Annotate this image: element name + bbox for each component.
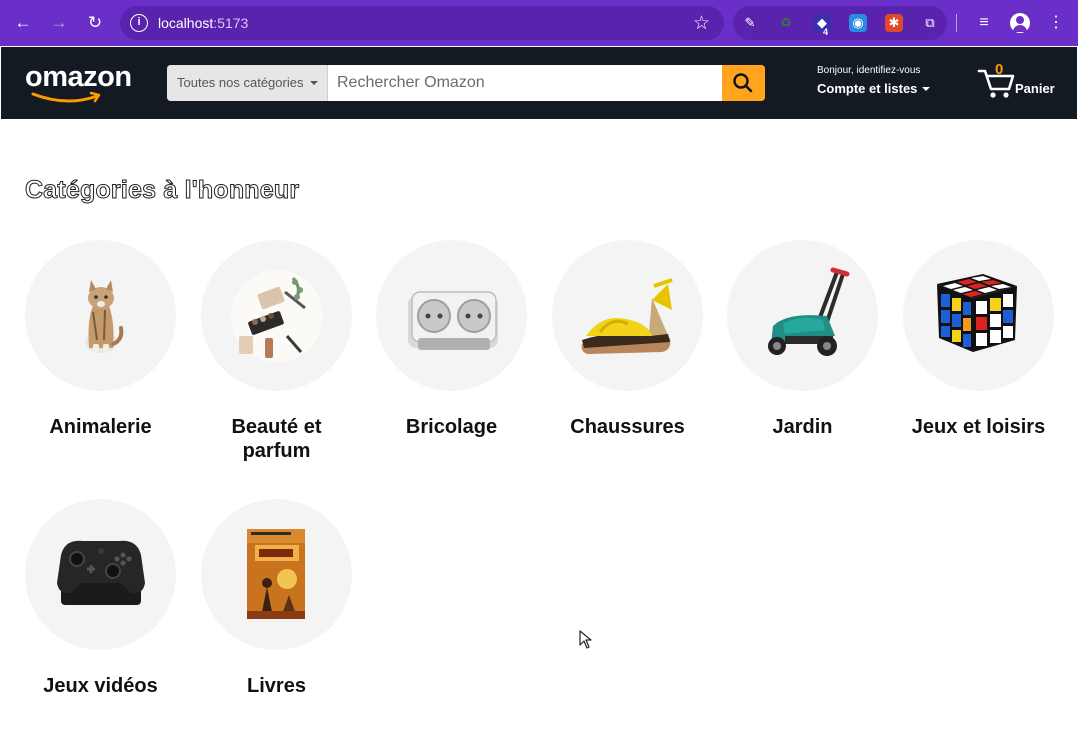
account-lists-text: Compte et listes — [817, 81, 918, 96]
cosmetics-photo-icon — [231, 270, 323, 362]
cart-button[interactable]: 0 Panier — [977, 59, 1067, 107]
category-image[interactable] — [727, 240, 878, 391]
category-label[interactable]: Jeux et loisirs — [903, 415, 1054, 439]
recycle-extension-icon[interactable]: ♻ — [777, 14, 795, 32]
sandal-photo-icon — [581, 278, 673, 354]
lawn-mower-photo-icon — [768, 267, 850, 356]
category-image[interactable] — [903, 240, 1054, 391]
extension-badge: 4 — [823, 27, 829, 37]
category-image[interactable] — [25, 499, 176, 650]
category-label[interactable]: Chaussures — [552, 415, 703, 439]
category-card-bricolage[interactable]: Bricolage — [376, 240, 527, 439]
search-button[interactable] — [722, 65, 765, 101]
puzzle-extension-icon[interactable]: ⧉ — [921, 14, 939, 32]
category-label[interactable]: Jardin — [727, 415, 878, 439]
back-icon[interactable]: ← — [12, 12, 34, 34]
media-queue-icon[interactable]: ≡ — [973, 12, 995, 34]
section-title: Catégories à l'honneur — [24, 176, 300, 205]
extensions-group: ✎ ♻ ◆ 4 ◉ ✱ ⧉ — [733, 6, 947, 40]
account-menu[interactable]: Bonjour, identifiez-vous Compte et liste… — [817, 65, 931, 96]
search-bar: Toutes nos catégories — [167, 65, 765, 101]
search-category-select[interactable]: Toutes nos catégories — [167, 65, 328, 101]
category-image[interactable] — [201, 240, 352, 391]
bookmark-star-icon[interactable]: ☆ — [693, 12, 710, 35]
category-card-jeux-loisirs[interactable]: Jeux et loisirs — [903, 240, 1054, 439]
category-image[interactable] — [552, 240, 703, 391]
category-label[interactable]: Bricolage — [376, 415, 527, 439]
reload-icon[interactable]: ↻ — [84, 12, 106, 34]
gamepad-photo-icon — [57, 540, 145, 605]
site-info-icon[interactable]: i — [130, 14, 148, 32]
site-logo[interactable]: omazon — [25, 61, 132, 94]
account-greeting: Bonjour, identifiez-vous — [817, 65, 921, 76]
account-lists-label: Compte et listes — [817, 81, 931, 96]
category-label[interactable]: Livres — [201, 674, 352, 698]
more-menu-icon[interactable]: ⋮ — [1045, 12, 1067, 34]
category-image[interactable] — [201, 499, 352, 650]
profile-avatar-icon[interactable] — [1010, 13, 1030, 33]
cart-label: Panier — [1015, 81, 1055, 96]
bug-extension-icon[interactable]: ✱ — [885, 14, 903, 32]
category-card-livres[interactable]: Livres — [201, 499, 352, 698]
cat-photo-icon — [85, 280, 124, 353]
toolbar-divider — [956, 14, 957, 32]
rubiks-cube-photo-icon — [937, 274, 1017, 352]
power-outlet-photo-icon — [408, 291, 498, 350]
search-category-label: Toutes nos catégories — [177, 75, 304, 90]
category-card-chaussures[interactable]: Chaussures — [552, 240, 703, 439]
search-icon — [733, 73, 753, 93]
chevron-down-icon — [310, 81, 318, 85]
url-host: localhost — [158, 15, 214, 31]
url-port: :5173 — [213, 15, 249, 31]
search-input[interactable] — [328, 65, 723, 101]
category-card-jardin[interactable]: Jardin — [727, 240, 878, 439]
category-label[interactable]: Beauté et parfum — [201, 415, 352, 463]
site-header: omazon Toutes nos catégories Bonjour, id… — [1, 47, 1077, 119]
category-label[interactable]: Jeux vidéos — [25, 674, 176, 698]
category-label[interactable]: Animalerie — [25, 415, 176, 439]
category-card-animalerie[interactable]: Animalerie — [25, 240, 176, 439]
browser-toolbar: ← → ↻ i localhost:5173 ☆ ✎ ♻ ◆ 4 ◉ ✱ ⧉ ≡ … — [0, 0, 1078, 46]
category-image[interactable] — [376, 240, 527, 391]
book-cover-photo-icon — [247, 529, 305, 619]
category-card-jeux-videos[interactable]: Jeux vidéos — [25, 499, 176, 698]
url-text[interactable]: localhost:5173 — [158, 15, 248, 31]
chevron-down-icon — [922, 87, 931, 91]
mouse-cursor-icon — [579, 630, 592, 649]
graduation-extension-icon[interactable]: ◆ 4 — [813, 14, 831, 37]
eyedropper-extension-icon[interactable]: ✎ — [741, 14, 759, 32]
category-image[interactable] — [25, 240, 176, 391]
shield-extension-icon[interactable]: ◉ — [849, 14, 867, 32]
category-card-beaute[interactable]: Beauté et parfum — [201, 240, 352, 463]
logo-smile-icon — [31, 91, 101, 103]
cart-count: 0 — [995, 61, 1004, 78]
address-bar[interactable]: i localhost:5173 ☆ — [120, 6, 724, 40]
forward-icon[interactable]: → — [48, 12, 70, 34]
